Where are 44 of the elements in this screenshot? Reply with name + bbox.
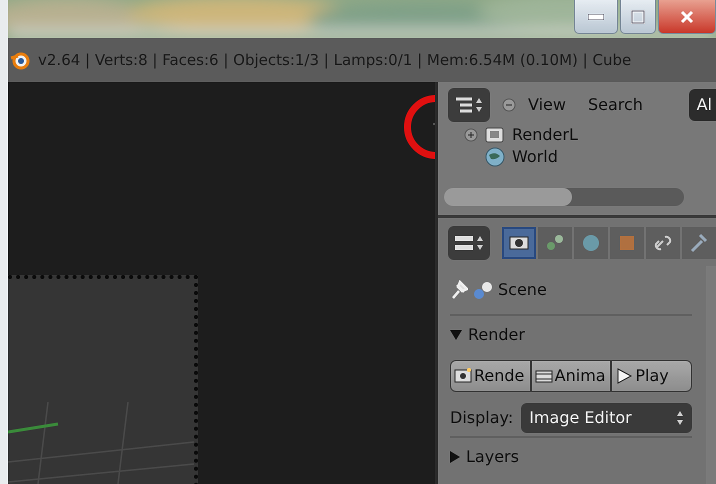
menu-item[interactable]: View: [528, 93, 566, 117]
list-icon: [455, 96, 473, 114]
display-dropdown[interactable]: Image Editor: [521, 403, 692, 433]
properties-icon: [454, 235, 474, 251]
collapse-icon: [502, 98, 516, 112]
outliner-item[interactable]: RenderL: [512, 123, 578, 147]
animation-button[interactable]: Anima: [530, 360, 612, 392]
close-icon: [680, 10, 694, 24]
render-layer-icon: [484, 125, 506, 145]
scrollbar[interactable]: [444, 188, 684, 206]
scrollbar-thumb[interactable]: [444, 188, 572, 206]
collapse-icon: [450, 330, 462, 340]
render-tab[interactable]: [502, 227, 536, 259]
play-button[interactable]: Play: [611, 360, 692, 392]
outliner-item[interactable]: World: [512, 145, 558, 169]
minimize-button[interactable]: [574, 0, 618, 34]
world-icon: [484, 146, 506, 168]
context-label: Scene: [498, 279, 547, 301]
all-scenes-button[interactable]: Al: [688, 89, 716, 121]
menu-item[interactable]: Search: [588, 93, 643, 117]
expand-icon: [450, 451, 460, 463]
updown-icon: [475, 97, 483, 113]
scene-icon: [472, 280, 494, 300]
constraint-tab[interactable]: [646, 227, 680, 259]
editor-type-button[interactable]: [448, 88, 490, 122]
render-icon: [454, 367, 472, 385]
panel-header[interactable]: Render: [450, 316, 692, 354]
play-icon: [615, 367, 634, 385]
maximize-button[interactable]: [620, 0, 656, 34]
expand-icon: [464, 128, 478, 142]
modifier-tab[interactable]: [682, 227, 716, 259]
display-label: Display:: [450, 407, 514, 429]
render-button[interactable]: Rende: [450, 360, 531, 392]
status-text: v2.64 | Verts:8 | Faces:6 | Objects:1/3 | Lamps:0/1 | Mem:6.54M (0.10M) | Cube: [38, 50, 632, 71]
updown-icon: [476, 235, 484, 251]
updown-icon: [676, 410, 684, 426]
panel-header[interactable]: Layers: [450, 438, 692, 476]
editor-type-button[interactable]: [448, 226, 490, 260]
pin-icon: [450, 280, 468, 300]
logo-icon: [10, 50, 30, 70]
close-button[interactable]: [658, 0, 716, 34]
minimize-icon: [588, 14, 604, 20]
maximize-icon: [631, 10, 645, 24]
world-tab[interactable]: [574, 227, 608, 259]
